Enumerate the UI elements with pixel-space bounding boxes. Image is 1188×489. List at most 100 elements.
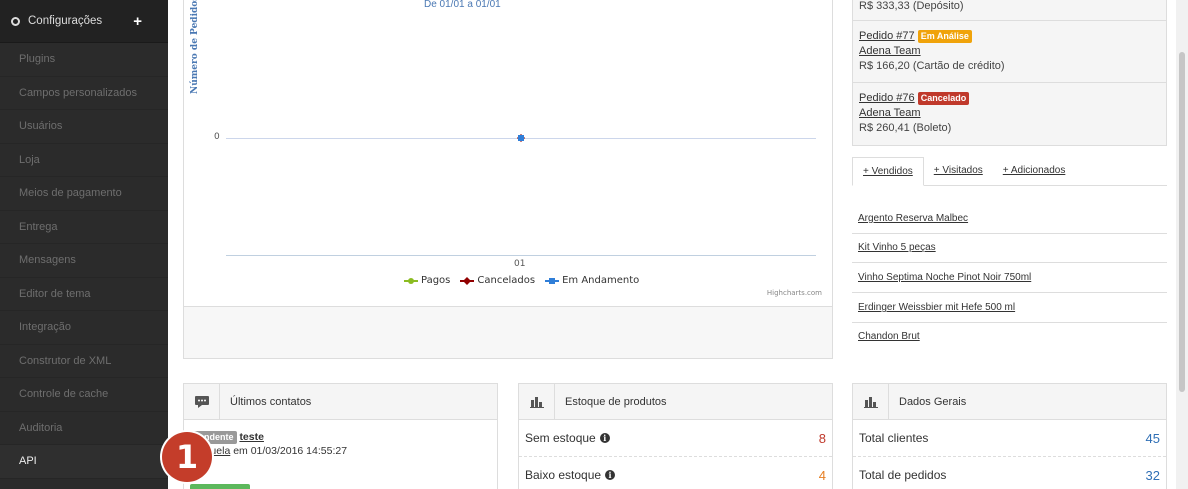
gear-icon — [11, 16, 20, 26]
product-link[interactable]: Kit Vinho 5 peças — [852, 234, 1167, 263]
order-link[interactable]: Pedido #76 — [859, 92, 915, 104]
general-data-panel: Dados Gerais Total clientes 45 Total de … — [852, 383, 1167, 489]
product-link[interactable]: Chandon Brut — [852, 323, 1167, 352]
info-icon[interactable]: i — [605, 470, 616, 480]
sidebar-item-label: Loja — [19, 153, 40, 166]
sidebar-header-configuracoes[interactable]: Configurações + — [0, 0, 168, 43]
sidebar-item-label: Meios de pagamento — [19, 187, 122, 200]
stat-label: Total de pedidos — [859, 468, 947, 482]
sidebar-item-usuarios[interactable]: Usuários — [0, 110, 168, 144]
customer-link[interactable]: Adena Team — [859, 45, 921, 57]
sidebar-item-meios-de-pagamento[interactable]: Meios de pagamento — [0, 177, 168, 211]
data-point-em-andamento[interactable] — [518, 135, 524, 141]
status-badge: Em Análise — [917, 30, 972, 43]
product-link[interactable]: Vinho Septima Noche Pinot Noir 750ml — [852, 264, 1167, 293]
stat-value: 4 — [818, 467, 826, 483]
panel-title: Últimos contatos — [230, 395, 312, 408]
panel-header: Estoque de produtos — [519, 383, 832, 420]
sidebar-item-label: Plugins — [19, 53, 56, 66]
comment-icon — [184, 383, 220, 420]
add-icon[interactable]: + — [133, 13, 142, 30]
stat-label: Sem estoque — [525, 431, 596, 445]
legend-label: Cancelados — [477, 275, 536, 286]
sidebar-item-label: Auditoria — [19, 421, 63, 434]
info-icon[interactable]: i — [599, 433, 610, 443]
legend-label: Pagos — [421, 275, 451, 286]
sidebar-item-integracao[interactable]: Integração — [0, 311, 168, 345]
tab-vendidos[interactable]: + Vendidos — [852, 157, 924, 186]
scrollbar-thumb[interactable] — [1179, 52, 1185, 392]
stat-value: 32 — [1145, 467, 1160, 483]
legend-item-em-andamento[interactable]: Em Andamento — [545, 275, 639, 286]
sidebar-item-auditoria[interactable]: Auditoria — [0, 412, 168, 445]
sidebar-item-loja[interactable]: Loja — [0, 144, 168, 177]
orders-chart-panel: De 01/01 a 01/01 Número de Pedidos 0 01 … — [183, 0, 833, 359]
sidebar-item-label: API — [19, 455, 37, 468]
stat-label: Total clientes — [859, 431, 929, 445]
status-badge — [190, 484, 250, 489]
legend-symbol-cancelados — [460, 276, 475, 285]
main-content: De 01/01 a 01/01 Número de Pedidos 0 01 … — [168, 0, 1188, 489]
sidebar-item-label: Campos personalizados — [19, 86, 138, 99]
sidebar-item-api[interactable]: API — [0, 445, 168, 479]
chart-panel-footer — [184, 306, 832, 358]
order-row: Pedido #76 Cancelado Adena Team R$ 260,4… — [853, 83, 1166, 145]
sidebar-item-entrega[interactable]: Entrega — [0, 211, 168, 244]
chart-credits[interactable]: Highcharts.com — [767, 289, 822, 297]
legend-item-cancelados[interactable]: Cancelados — [460, 275, 535, 286]
stat-row-sem-estoque[interactable]: Sem estoque i 8 — [519, 420, 832, 457]
contact-item: Pendente teste Manuela em 01/03/2016 14:… — [184, 420, 497, 468]
contact-subject-link[interactable]: teste — [239, 431, 264, 443]
contact-meta: em 01/03/2016 14:55:27 — [233, 445, 348, 457]
sidebar-header-label: Configurações — [28, 15, 103, 27]
order-amount: R$ 260,41 (Boleto) — [859, 122, 952, 134]
sidebar-item-label: Editor de tema — [19, 287, 91, 300]
legend-item-pagos[interactable]: Pagos — [404, 275, 450, 286]
product-link[interactable]: Argento Reserva Malbec — [852, 205, 1167, 234]
stat-value: 8 — [818, 430, 826, 446]
tab-visitados[interactable]: + Visitados — [924, 157, 993, 185]
stat-value: 45 — [1145, 430, 1160, 446]
order-amount: R$ 333,33 (Depósito) — [859, 0, 964, 12]
sidebar: Configurações + Plugins Campos personali… — [0, 0, 168, 489]
order-row-partial: R$ 333,33 (Depósito) — [853, 0, 1166, 21]
products-tabs: + Vendidos + Visitados + Adicionados — [852, 157, 1167, 186]
sidebar-item-label: Controle de cache — [19, 388, 109, 401]
panel-header: Dados Gerais — [853, 383, 1166, 420]
customer-link[interactable]: Adena Team — [859, 107, 921, 119]
sidebar-item-label: Integração — [19, 321, 71, 334]
legend-symbol-pagos — [404, 277, 418, 284]
status-badge: Cancelado — [917, 92, 970, 105]
contacts-panel: Últimos contatos Pendente teste Manuela … — [183, 383, 498, 489]
bar-chart-icon — [853, 383, 889, 420]
product-link[interactable]: Erdinger Weissbier mit Hefe 500 ml — [852, 294, 1167, 323]
panel-header: Últimos contatos — [184, 383, 497, 420]
stock-panel: Estoque de produtos Sem estoque i 8 Baixo… — [518, 383, 833, 489]
sidebar-item-label: Mensagens — [19, 254, 76, 267]
sidebar-item-label: Construtor de XML — [19, 354, 112, 367]
panel-title: Estoque de produtos — [565, 395, 667, 408]
order-link[interactable]: Pedido #77 — [859, 30, 915, 42]
legend-label: Em Andamento — [562, 275, 640, 286]
stat-row-total-pedidos[interactable]: Total de pedidos 32 — [853, 457, 1166, 489]
bar-chart-icon — [519, 383, 555, 420]
sidebar-item-campos-personalizados[interactable]: Campos personalizados — [0, 77, 168, 110]
sidebar-item-label: Usuários — [19, 120, 63, 133]
sidebar-item-construtor-de-xml[interactable]: Construtor de XML — [0, 345, 168, 378]
stat-row-baixo-estoque[interactable]: Baixo estoque i 4 — [519, 457, 832, 489]
sidebar-item-label: Entrega — [19, 220, 58, 233]
legend-symbol-em-andamento — [545, 277, 560, 284]
callout-number-badge: 1 — [162, 432, 212, 482]
order-row: Pedido #77 Em Análise Adena Team R$ 166,… — [853, 21, 1166, 83]
stat-row-total-clientes[interactable]: Total clientes 45 — [853, 420, 1166, 457]
stat-label: Baixo estoque — [525, 468, 602, 482]
sidebar-item-editor-de-tema[interactable]: Editor de tema — [0, 278, 168, 311]
sidebar-item-controle-de-cache[interactable]: Controle de cache — [0, 378, 168, 412]
tab-adicionados[interactable]: + Adicionados — [993, 157, 1076, 185]
sidebar-item-mensagens[interactable]: Mensagens — [0, 244, 168, 278]
recent-orders-panel: R$ 333,33 (Depósito) Pedido #77 Em Análi… — [852, 0, 1167, 146]
sidebar-item-plugins[interactable]: Plugins — [0, 43, 168, 77]
chart-plot-area — [517, 134, 525, 142]
chart-legend: Pagos Cancelados Em Andamento — [404, 275, 639, 286]
page-scrollbar[interactable] — [1176, 0, 1188, 489]
